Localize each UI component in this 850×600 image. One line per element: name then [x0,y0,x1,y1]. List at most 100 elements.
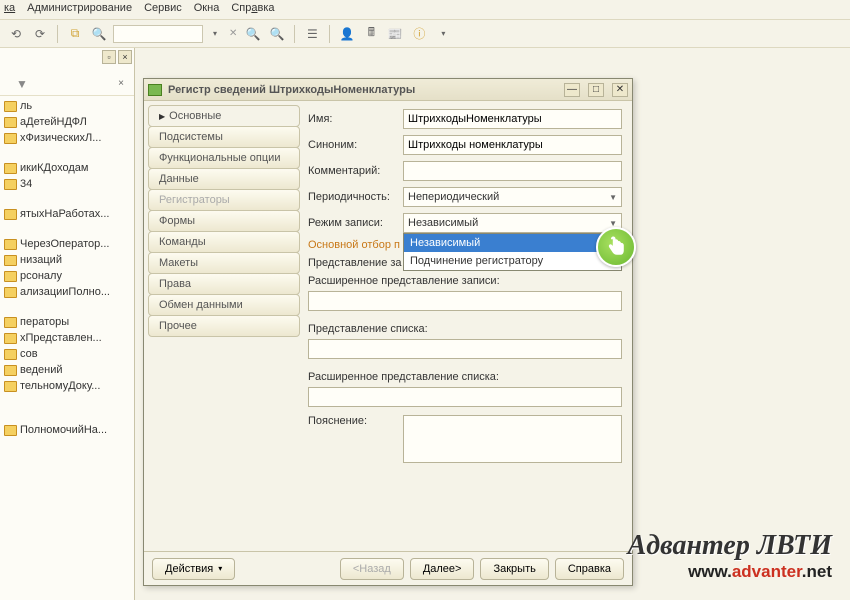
tree-item-label: рсоналу [20,270,62,282]
folder-icon [4,333,17,344]
toolbar-info-icon[interactable]: ⓘ [409,24,429,44]
tree-item[interactable]: аДетейНДФЛ [0,114,134,130]
tree-item[interactable]: ятыхНаРаботах... [0,206,134,222]
tree-item[interactable]: хФизическихЛ... [0,130,134,146]
panel-close-icon[interactable]: × [118,50,132,64]
tree-item[interactable]: ПолномочийНа... [0,422,134,438]
tab-функциональные-опции[interactable]: Функциональные опции [148,147,300,169]
tab-прочее[interactable]: Прочее [148,315,300,337]
folder-icon [4,117,17,128]
folder-icon [4,133,17,144]
tree-item[interactable]: икиКДоходам [0,160,134,176]
extlistpres-input[interactable] [308,387,622,407]
menu-edit[interactable]: ка [4,2,15,17]
periodicity-label: Периодичность: [308,191,403,203]
filter-icon[interactable]: ▼ [16,77,28,91]
toolbar-user-icon[interactable]: 👤 [337,24,357,44]
tree-item[interactable]: хПредставлен... [0,330,134,346]
toolbar-search: ▾ ✕ [113,24,239,44]
tree-item-label: ЧерезОператор... [20,238,109,250]
tree-item[interactable]: 34 [0,176,134,192]
actions-button[interactable]: Действия▾ [152,558,235,580]
listpres-input[interactable] [308,339,622,359]
menu-admin[interactable]: Администрирование [27,2,132,17]
register-icon [148,84,162,96]
tree-item-label: низаций [20,254,62,266]
tab-подсистемы[interactable]: Подсистемы [148,126,300,148]
tree-item[interactable]: ператоры [0,314,134,330]
explain-label: Пояснение: [308,415,403,427]
periodicity-select[interactable]: Непериодический ▼ [403,187,622,207]
back-button[interactable]: <Назад [340,558,404,580]
tab-основные[interactable]: Основные [148,105,300,127]
tree-item[interactable]: ведений [0,362,134,378]
menu-windows[interactable]: Окна [194,2,220,17]
toolbar-copy-icon[interactable]: ⧉ [65,24,85,44]
tree-item[interactable] [0,222,134,236]
tab-данные[interactable]: Данные [148,168,300,190]
tree-item[interactable]: ль [0,98,134,114]
writemode-option-subordinate[interactable]: Подчинение регистратору [404,252,621,270]
toolbar-info-dd-icon[interactable]: ▾ [433,24,453,44]
writemode-option-independent[interactable]: Независимый [404,234,621,252]
register-dialog: Регистр сведений ШтрихкодыНоменклатуры —… [143,78,633,586]
tree-item-label: ператоры [20,316,69,328]
tree-item[interactable]: ализацииПолно... [0,284,134,300]
toolbar-list-icon[interactable]: ☰ [302,24,322,44]
tree-item[interactable]: рсоналу [0,268,134,284]
toolbar-fwd-icon[interactable]: ⟳ [30,24,50,44]
toolbar: ⟲ ⟳ ⧉ 🔍 ▾ ✕ 🔍 🔍 ☰ 👤 🖩 📰 ⓘ ▾ [0,20,850,48]
toolbar-findprev-icon[interactable]: 🔍 [267,24,287,44]
tree-item[interactable] [0,146,134,160]
close-button[interactable]: Закрыть [480,558,548,580]
toolbar-findnext-icon[interactable]: 🔍 [243,24,263,44]
panel-dock-icon[interactable]: ▫ [102,50,116,64]
folder-icon [4,381,17,392]
tree-item[interactable] [0,192,134,206]
tab-права[interactable]: Права [148,273,300,295]
synonym-input[interactable] [403,135,622,155]
close-icon[interactable]: ✕ [612,83,628,97]
tabs-column: ОсновныеПодсистемыФункциональные опцииДа… [144,101,304,551]
toolbar-search-dd-icon[interactable]: ▾ [205,24,225,44]
tree-item-label: сов [20,348,38,360]
synonym-label: Синоним: [308,139,403,151]
menu-help[interactable]: Справка [231,2,274,17]
tree-item-label: икиКДоходам [20,162,88,174]
tree-item-label: ализацииПолно... [20,286,110,298]
periodicity-value: Непериодический [408,191,499,203]
maximize-icon[interactable]: □ [588,83,604,97]
tree-item[interactable]: низаций [0,252,134,268]
toolbar-rss-icon[interactable]: 📰 [385,24,405,44]
tab-команды[interactable]: Команды [148,231,300,253]
extrecpres-input[interactable] [308,291,622,311]
tree-item[interactable] [0,408,134,422]
dialog-footer: Действия▾ <Назад Далее> Закрыть Справка [144,551,632,585]
minimize-icon[interactable]: — [564,83,580,97]
tab-обмен-данными[interactable]: Обмен данными [148,294,300,316]
dialog-titlebar[interactable]: Регистр сведений ШтрихкодыНоменклатуры —… [144,79,632,101]
folder-icon [4,255,17,266]
menu-service[interactable]: Сервис [144,2,182,17]
tree-item[interactable]: тельномуДоку... [0,378,134,394]
tree-item[interactable]: сов [0,346,134,362]
comment-input[interactable] [403,161,622,181]
explain-input[interactable] [403,415,622,463]
toolbar-search-input[interactable] [113,25,203,43]
toolbar-search-clear-icon[interactable]: ✕ [227,28,239,39]
tree-item[interactable] [0,300,134,314]
writemode-select[interactable]: Независимый ▼ [403,213,622,233]
folder-icon [4,101,17,112]
filter-close-icon[interactable]: × [114,77,128,91]
tree-item[interactable]: ЧерезОператор... [0,236,134,252]
tab-макеты[interactable]: Макеты [148,252,300,274]
tab-формы[interactable]: Формы [148,210,300,232]
toolbar-find-icon[interactable]: 🔍 [89,24,109,44]
toolbar-back-icon[interactable]: ⟲ [6,24,26,44]
tree-item[interactable] [0,394,134,408]
next-button[interactable]: Далее> [410,558,475,580]
toolbar-calc-icon[interactable]: 🖩 [361,24,381,44]
help-button[interactable]: Справка [555,558,624,580]
name-input[interactable] [403,109,622,129]
tree-item-label: хФизическихЛ... [20,132,101,144]
